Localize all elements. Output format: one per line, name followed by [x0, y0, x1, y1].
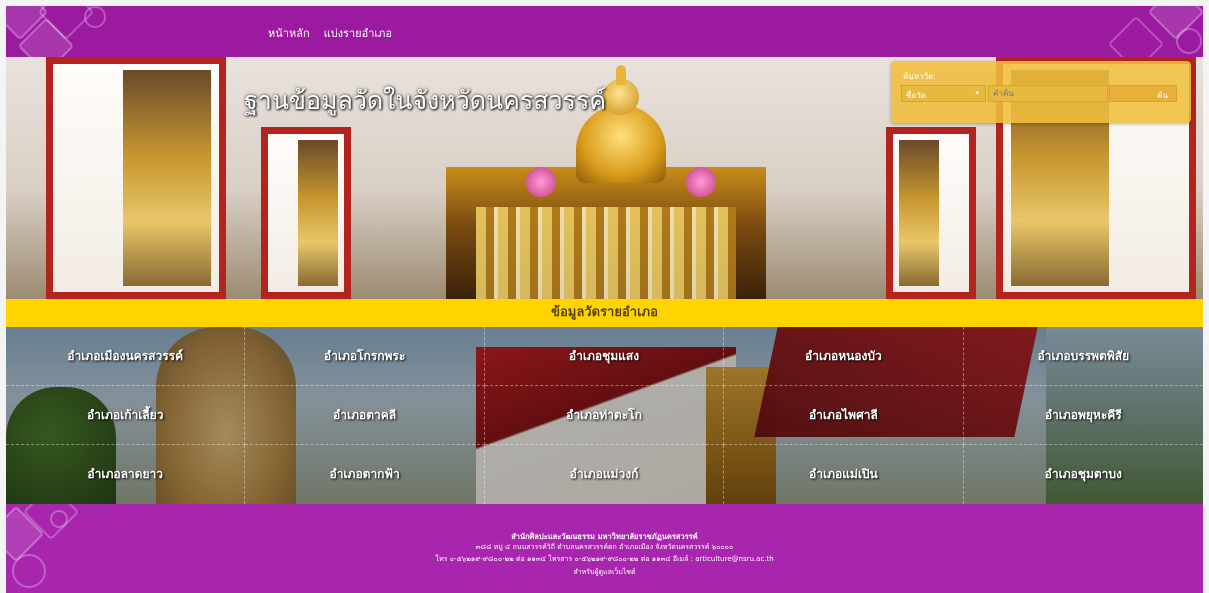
district-link[interactable]: อำเภอท่าตะโก: [484, 386, 725, 445]
ornament-icon: [1107, 15, 1165, 57]
temple-window-image: [46, 57, 226, 299]
district-link[interactable]: อำเภอหนองบัว: [724, 327, 964, 386]
altar-decoration-image: [476, 207, 736, 299]
main-nav: หน้าหลัก แบ่งรายอำเภอ: [268, 24, 392, 42]
search-type-value: ชื่อวัด: [906, 91, 926, 100]
district-link[interactable]: อำเภอตาคลี: [245, 386, 485, 445]
district-link[interactable]: อำเภอไพศาลี: [724, 386, 964, 445]
footer: สำนักศิลปะและวัฒนธรรม มหาวิทยาลัยราชภัฏน…: [6, 504, 1203, 593]
footer-address: ๓๘๘ หมู่ ๔ ถนนสวรรค์วิถี ตำบลนครสวรรค์ตก…: [475, 543, 734, 551]
district-link[interactable]: อำเภอแม่เปิน: [724, 445, 964, 504]
hero-banner: ฐานข้อมูลวัดในจังหวัดนครสวรรค์ ค้นหาวัด:…: [6, 57, 1203, 299]
nav-by-district-link[interactable]: แบ่งรายอำเภอ: [324, 24, 392, 42]
district-link[interactable]: อำเภอชุมตาบง: [964, 445, 1203, 504]
district-link[interactable]: อำเภอเมืองนครสวรรค์: [6, 327, 246, 386]
district-link[interactable]: อำเภอโกรกพระ: [245, 327, 485, 386]
district-link[interactable]: อำเภอตากฟ้า: [245, 445, 485, 504]
search-button[interactable]: ค้น: [1109, 85, 1177, 102]
footer-contact: โทร ๐-๕๖๒๑๙-๙๘๐๐-๒๒ ต่อ ๑๑๓๔ โทรสาร ๐-๕๖…: [435, 555, 774, 563]
footer-admin: สำหรับผู้ดูแลเว็บไซต์: [6, 567, 1203, 578]
ornament-circle-icon: [50, 510, 68, 528]
search-label: ค้นหาวัด:: [903, 72, 936, 81]
ornament-circle-icon: [84, 6, 106, 28]
buddha-crown-image: [616, 65, 626, 85]
district-grid-background: อำเภอเมืองนครสวรรค์ อำเภอโกรกพระ อำเภอชุ…: [6, 327, 1203, 504]
search-box: ค้นหาวัด: ชื่อวัด ▾ ค้น: [891, 61, 1191, 123]
district-link[interactable]: อำเภอแม่วงก์: [485, 445, 725, 504]
page: หน้าหลัก แบ่งรายอำเภอ ฐานข้อมูลวัดในจังห…: [6, 6, 1203, 593]
flower-image: [526, 167, 556, 197]
flower-image: [686, 167, 716, 197]
district-link[interactable]: อำเภอพยุหะคีรี: [963, 386, 1203, 445]
section-title: ข้อมูลวัดรายอำเภอ: [551, 305, 658, 320]
nav-home-link[interactable]: หน้าหลัก: [268, 24, 310, 42]
district-grid: อำเภอเมืองนครสวรรค์ อำเภอโกรกพระ อำเภอชุ…: [6, 327, 1203, 504]
district-link[interactable]: อำเภอลาดยาว: [6, 445, 246, 504]
district-link[interactable]: อำเภอชุมแสง: [484, 327, 725, 386]
district-link[interactable]: อำเภอเก้าเลี้ยว: [6, 386, 246, 445]
temple-window-image: [261, 127, 351, 299]
district-link[interactable]: อำเภอบรรพตพิสัย: [963, 327, 1203, 386]
top-navbar: หน้าหลัก แบ่งรายอำเภอ: [6, 6, 1203, 57]
temple-window-image: [886, 127, 976, 299]
section-heading-band: ข้อมูลวัดรายอำเภอ: [6, 299, 1203, 327]
site-title: ฐานข้อมูลวัดในจังหวัดนครสวรรค์: [244, 86, 607, 115]
chevron-down-icon: ▾: [975, 89, 979, 97]
search-type-select[interactable]: ชื่อวัด ▾: [901, 85, 986, 102]
search-input[interactable]: [988, 85, 1108, 102]
admin-link[interactable]: สำหรับผู้ดูแลเว็บไซต์: [573, 568, 635, 576]
ornament-circle-icon: [1176, 28, 1202, 54]
